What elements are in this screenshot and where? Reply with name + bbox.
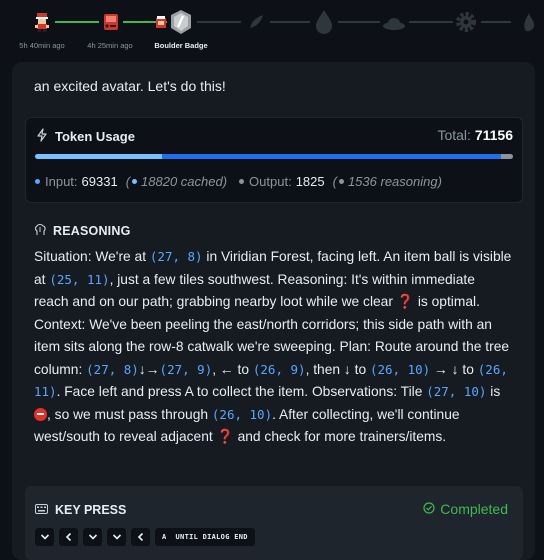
token-usage-title: Token Usage [55,129,135,144]
output-label: Output: [249,174,292,189]
reasoning-title: REASONING [53,224,131,238]
bar-input-segment [161,154,501,159]
timeline-connector [481,21,511,23]
flame-locked-icon [518,9,544,35]
reasoning-header: REASONING [34,223,131,239]
cloud-locked-icon [381,9,407,35]
coordinate: (25, 11) [49,271,110,287]
token-total-label: Total: [437,127,471,143]
check-circle-icon [423,501,435,517]
cached-dot-icon [132,179,138,184]
coordinate: (27, 10) [426,384,487,399]
boulder-badge-icon[interactable] [156,9,196,35]
coordinate: (27, 9) [159,361,213,377]
coordinate: (27, 8) [149,249,203,264]
water-drop-locked-icon [311,9,337,35]
status-text: Completed [440,501,508,517]
key-press-panel: KEY PRESS Completed A UNTIL DIALOG END [25,486,523,560]
key-press-header: KEY PRESS [35,503,126,517]
token-stats: Input: 69331 ( 18820 cached) Output: 182… [35,174,442,189]
brain-icon [34,223,47,239]
reasoning-text: Situation: We're at (27, 8) in Viridian … [34,249,512,444]
coordinate: (26, 10) [211,406,273,422]
token-usage-header: Token Usage [36,128,135,145]
token-total-value: 71156 [474,127,513,143]
token-total: Total: 71156 [437,127,513,143]
coordinate: (26, 10) [370,361,431,377]
pokedex-item-icon[interactable] [98,9,124,35]
key-press-title: KEY PRESS [55,503,127,517]
badge-timeline: 5h 40min ago 4h 25min ago Boulder Badge [0,0,544,60]
key-down [83,528,102,546]
gear-locked-icon [453,9,479,35]
coordinate: (26, 9) [252,361,306,377]
input-value: 69331 [81,174,118,189]
timeline-connector [197,21,241,23]
key-sequence: A UNTIL DIALOG END [35,528,255,546]
cascade-badge-locked-icon [243,9,269,35]
trainer-sprite-icon[interactable] [29,9,55,35]
coordinate: (27, 8) [86,361,139,377]
token-usage-panel: Token Usage Total: 71156 Input: 69331 ( … [25,117,523,203]
bar-output-segment [500,154,513,159]
key-a-until-dialog-end: A UNTIL DIALOG END [155,528,255,546]
timeline-label: 4h 25min ago [87,41,133,50]
reasoning-dot-icon [338,179,344,184]
question-mark-icon: ❓ [396,294,414,309]
timeline-connector [270,21,310,23]
timeline-connector [409,21,453,23]
reasoning-tokens-text: 1536 reasoning) [347,174,442,189]
timeline-connector [55,21,99,23]
output-value: 1825 [295,174,325,189]
output-dot-icon [239,179,245,184]
lightning-icon [36,128,48,145]
cached-text: 18820 cached) [141,174,228,189]
intro-text: an excited avatar. Let's do this! [34,78,226,94]
bar-cached-segment [35,154,162,159]
status-badge: Completed [423,501,508,517]
input-dot-icon [35,179,40,184]
question-mark-icon: ❓ [216,429,234,444]
input-label: Input: [45,174,78,189]
step-card: an excited avatar. Let's do this! Token … [12,62,535,560]
timeline-label: Boulder Badge [154,41,208,50]
token-usage-bar [35,154,513,159]
no-entry-icon [34,407,47,421]
timeline-connector [338,21,380,23]
key-left [59,528,78,546]
key-down [35,528,54,546]
key-left [131,528,150,546]
keyboard-icon [35,503,48,517]
key-down [107,528,126,546]
timeline-label: 5h 40min ago [19,41,65,50]
